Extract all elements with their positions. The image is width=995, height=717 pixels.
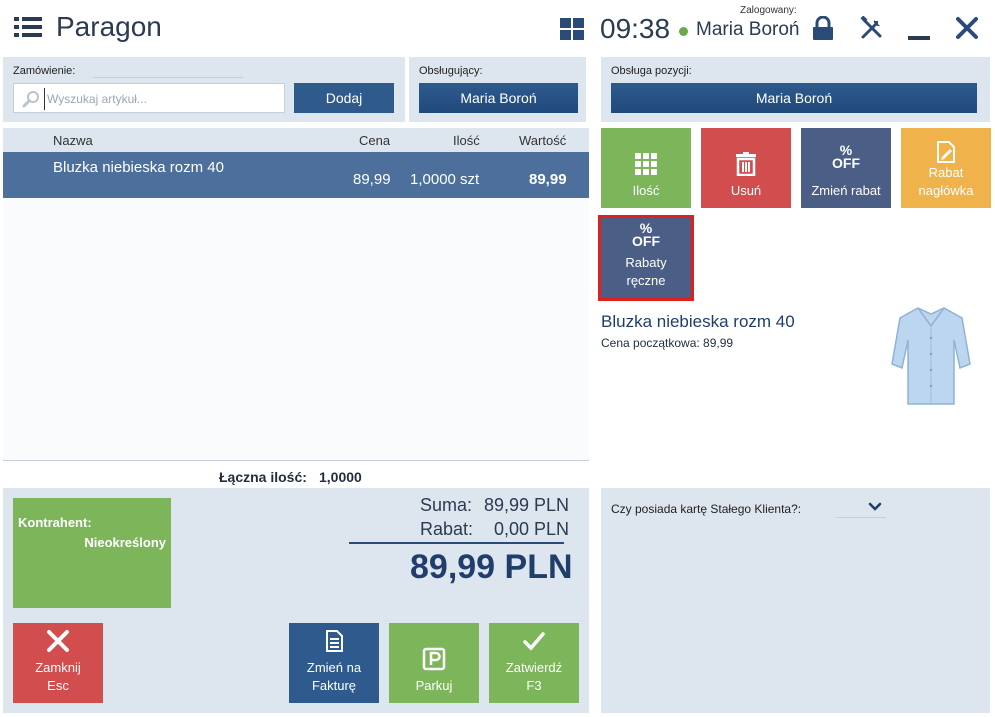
add-button[interactable]: Dodaj xyxy=(294,83,394,113)
close-receipt-button[interactable]: Zamknij Esc xyxy=(13,623,103,703)
contractor-tile[interactable]: Kontrahent: Nieokreślony xyxy=(13,498,171,608)
logged-user-name[interactable]: Maria Boroń xyxy=(696,19,800,41)
close-label: Zamknij xyxy=(35,660,81,675)
close-icon xyxy=(47,630,69,652)
delete-label: Usuń xyxy=(730,183,762,198)
waiter-panel: Obsługujący: Maria Boroń xyxy=(409,57,586,122)
manual-discounts-label-line2: ręczne xyxy=(626,273,666,288)
sum-label: Suma: xyxy=(420,495,473,515)
discount-label: Rabat: xyxy=(420,519,474,539)
discount-value: 0,00 PLN xyxy=(494,519,570,539)
manual-discounts-button[interactable]: % OFF Rabaty ręczne xyxy=(598,215,694,301)
delete-button[interactable]: Usuń xyxy=(701,128,791,208)
order-label: Zamówienie: xyxy=(13,65,76,77)
minimize-icon[interactable] xyxy=(908,36,930,40)
logged-in-label: Zalogowany: xyxy=(740,5,797,16)
grand-total: 89,99 PLN xyxy=(410,548,573,586)
document-edit-icon xyxy=(937,141,955,163)
row-item-name: Bluzka niebieska rozm 40 xyxy=(53,159,224,176)
column-name[interactable]: Nazwa xyxy=(53,133,93,148)
checkmark-icon xyxy=(523,632,545,651)
column-value[interactable]: Wartość xyxy=(519,133,566,148)
loyalty-card-select[interactable] xyxy=(836,498,886,518)
position-service-panel: Obsługa pozycji: Maria Boroń xyxy=(601,57,990,122)
sum-value: 89,99 PLN xyxy=(484,495,570,515)
park-button[interactable]: Parkuj xyxy=(389,623,479,703)
order-field-underline xyxy=(93,77,243,78)
confirm-label: Zatwierdź xyxy=(505,660,563,675)
total-quantity-bar: Łączna ilość: 1,0000 xyxy=(3,460,589,488)
close-icon[interactable] xyxy=(955,16,979,40)
keypad-icon xyxy=(635,153,657,175)
sum-divider xyxy=(349,542,564,544)
position-service-label: Obsługa pozycji: xyxy=(611,65,692,77)
contractor-value: Nieokreślony xyxy=(84,535,166,550)
header-discount-button[interactable]: Rabat nagłówka xyxy=(901,128,991,208)
order-panel: Zamówienie: Dodaj xyxy=(3,57,405,122)
trash-icon xyxy=(736,152,756,176)
total-quantity-value: 1,0000 xyxy=(319,469,362,485)
change-discount-label: Zmień rabat xyxy=(811,183,881,198)
waiter-label: Obsługujący: xyxy=(419,65,483,77)
online-status-icon xyxy=(679,27,688,36)
summary-panel: Kontrahent: Nieokreślony Suma: 89,99 PLN… xyxy=(3,488,589,713)
confirm-button[interactable]: Zatwierdź F3 xyxy=(489,623,579,703)
park-label: Parkuj xyxy=(415,678,453,693)
percent-off-icon: % OFF xyxy=(632,220,660,249)
search-input[interactable] xyxy=(44,88,279,110)
document-icon xyxy=(326,630,343,652)
quantity-button[interactable]: Ilość xyxy=(601,128,691,208)
customer-panel: Czy posiada kartę Stałego Klienta?: xyxy=(601,488,990,713)
loyalty-card-question: Czy posiada kartę Stałego Klienta?: xyxy=(611,502,802,516)
header-discount-label-line1: Rabat xyxy=(928,165,964,180)
table-body xyxy=(3,198,589,460)
search-box[interactable] xyxy=(13,83,285,113)
chevron-down-icon xyxy=(868,502,882,511)
row-item-value: 89,99 xyxy=(529,171,567,188)
product-shirt-image xyxy=(891,307,971,405)
column-price[interactable]: Cena xyxy=(359,133,390,148)
grid-layout-icon[interactable] xyxy=(560,18,584,40)
manual-discounts-label-line1: Rabaty xyxy=(625,255,667,270)
close-shortcut: Esc xyxy=(47,678,69,693)
position-service-button[interactable]: Maria Boroń xyxy=(611,83,977,113)
change-discount-button[interactable]: % OFF Zmień rabat xyxy=(801,128,891,208)
contractor-label: Kontrahent: xyxy=(18,515,92,530)
product-name: Bluzka niebieska rozm 40 xyxy=(601,312,795,331)
header-discount-label-line2: nagłówka xyxy=(918,183,974,198)
hamburger-menu-icon[interactable] xyxy=(14,15,44,41)
waiter-button[interactable]: Maria Boroń xyxy=(419,83,578,113)
change-to-invoice-button[interactable]: Zmień na Fakturę xyxy=(289,623,379,703)
quantity-label: Ilość xyxy=(632,183,660,198)
percent-off-icon: % OFF xyxy=(832,142,860,171)
confirm-shortcut: F3 xyxy=(526,678,542,693)
parking-icon xyxy=(422,647,446,671)
search-icon xyxy=(22,91,39,108)
row-item-qty: 1,0000 szt xyxy=(410,171,480,188)
lock-icon[interactable] xyxy=(812,16,834,40)
page-title: Paragon xyxy=(56,11,162,42)
row-item-price: 89,99 xyxy=(353,171,391,188)
invoice-label-line1: Zmień na xyxy=(306,660,362,675)
tools-icon[interactable] xyxy=(860,16,884,40)
table-header: Nazwa Cena Ilość Wartość xyxy=(3,128,589,152)
column-qty[interactable]: Ilość xyxy=(453,133,480,148)
clock: 09:38 xyxy=(600,13,671,44)
table-row[interactable]: Bluzka niebieska rozm 40 89,99 1,0000 sz… xyxy=(3,152,589,198)
total-quantity-label: Łączna ilość: xyxy=(219,469,307,485)
product-initial-price: Cena początkowa: 89,99 xyxy=(601,336,734,350)
invoice-label-line2: Fakturę xyxy=(311,678,357,693)
